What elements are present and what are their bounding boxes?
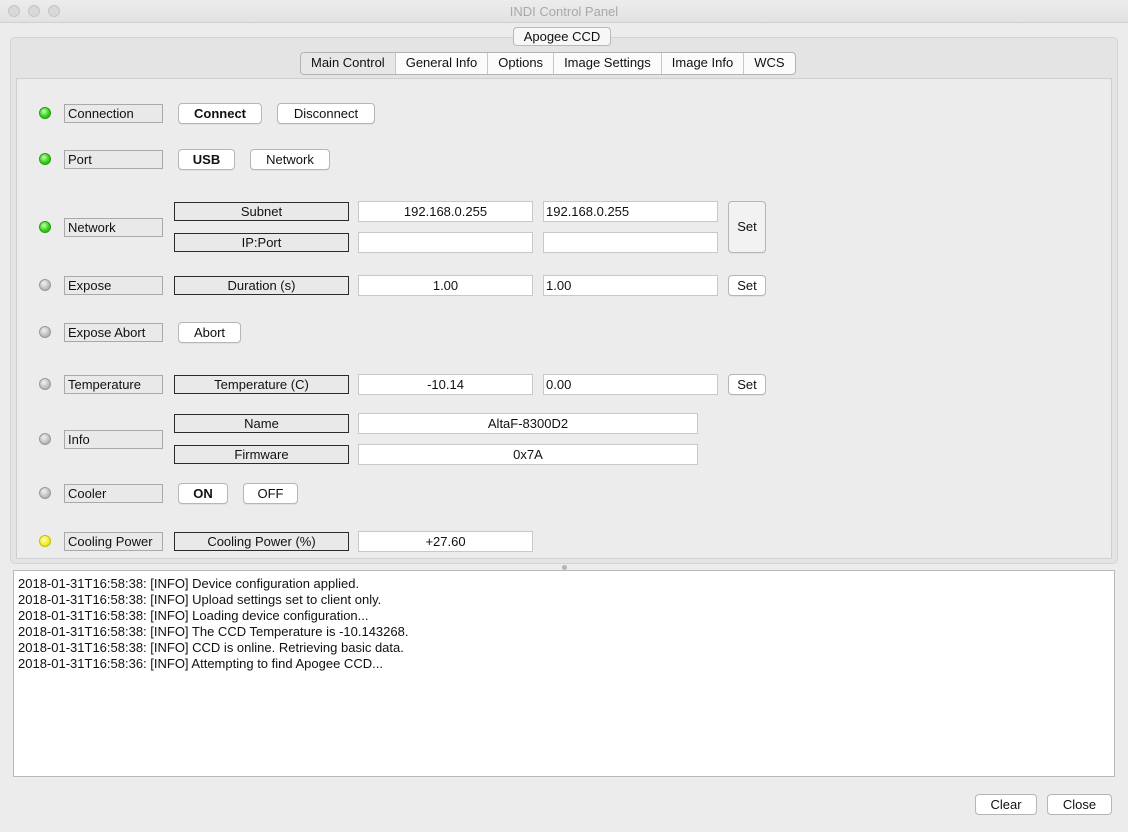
cooling-power-percent-label: Cooling Power (%) [174,532,349,551]
subnet-input[interactable]: 192.168.0.255 [543,201,718,222]
name-value: AltaF-8300D2 [358,413,698,434]
log-line: 2018-01-31T16:58:38: [INFO] CCD is onlin… [18,640,404,655]
tab-wcs[interactable]: WCS [743,53,794,74]
cooler-on-button[interactable]: ON [178,483,228,504]
message-log[interactable]: 2018-01-31T16:58:38: [INFO] Device confi… [13,570,1115,777]
connection-status-light-icon [39,107,51,119]
log-line: 2018-01-31T16:58:36: [INFO] Attempting t… [18,656,383,671]
window-title: INDI Control Panel [509,4,619,19]
log-line: 2018-01-31T16:58:38: [INFO] Device confi… [18,576,360,591]
log-line: 2018-01-31T16:58:38: [INFO] The CCD Temp… [18,624,409,639]
clear-button[interactable]: Clear [975,794,1037,815]
firmware-label: Firmware [174,445,349,464]
temperature-set-button[interactable]: Set [728,374,766,395]
cooler-off-button[interactable]: OFF [243,483,298,504]
tab-image-settings[interactable]: Image Settings [553,53,661,74]
tab-main-control[interactable]: Main Control [301,53,395,74]
port-label: Port [64,150,163,169]
temperature-value: -10.14 [358,374,533,395]
tab-options[interactable]: Options [487,53,553,74]
cooling-power-value: +27.60 [358,531,533,552]
ip-port-value [358,232,533,253]
network-label: Network [64,218,163,237]
cooler-status-light-icon [39,487,51,499]
device-tab-apogee-ccd[interactable]: Apogee CCD [513,27,611,46]
temperature-label: Temperature [64,375,163,394]
port-status-light-icon [39,153,51,165]
expose-abort-status-light-icon [39,326,51,338]
connect-button[interactable]: Connect [178,103,262,124]
duration-input[interactable]: 1.00 [543,275,718,296]
tab-image-info[interactable]: Image Info [660,53,743,74]
log-line: 2018-01-31T16:58:38: [INFO] Loading devi… [18,608,369,623]
network-set-button[interactable]: Set [728,201,766,253]
cooling-power-label: Cooling Power [64,532,163,551]
firmware-value: 0x7A [358,444,698,465]
cooler-label: Cooler [64,484,163,503]
expose-label: Expose [64,276,163,295]
connection-label: Connection [64,104,163,123]
network-status-light-icon [39,221,51,233]
tab-general-info[interactable]: General Info [394,53,488,74]
expose-abort-label: Expose Abort [64,323,163,342]
close-button[interactable]: Close [1047,794,1112,815]
subnet-value: 192.168.0.255 [358,201,533,222]
title-bar: INDI Control Panel [0,0,1128,23]
ip-port-input[interactable] [543,232,718,253]
log-line: 2018-01-31T16:58:38: [INFO] Upload setti… [18,592,382,607]
duration-value: 1.00 [358,275,533,296]
info-status-light-icon [39,433,51,445]
temperature-input[interactable]: 0.00 [543,374,718,395]
name-label: Name [174,414,349,433]
usb-button[interactable]: USB [178,149,235,170]
info-label: Info [64,430,163,449]
cooling-power-status-light-icon [39,535,51,547]
property-group-tabs: Main Control General Info Options Image … [300,52,796,75]
subnet-label: Subnet [174,202,349,221]
abort-button[interactable]: Abort [178,322,241,343]
temperature-c-label: Temperature (C) [174,375,349,394]
duration-label: Duration (s) [174,276,349,295]
temperature-status-light-icon [39,378,51,390]
expose-status-light-icon [39,279,51,291]
expose-set-button[interactable]: Set [728,275,766,296]
disconnect-button[interactable]: Disconnect [277,103,375,124]
ip-port-label: IP:Port [174,233,349,252]
network-port-button[interactable]: Network [250,149,330,170]
main-control-panel: Connection Connect Disconnect Port USB N… [16,78,1112,559]
